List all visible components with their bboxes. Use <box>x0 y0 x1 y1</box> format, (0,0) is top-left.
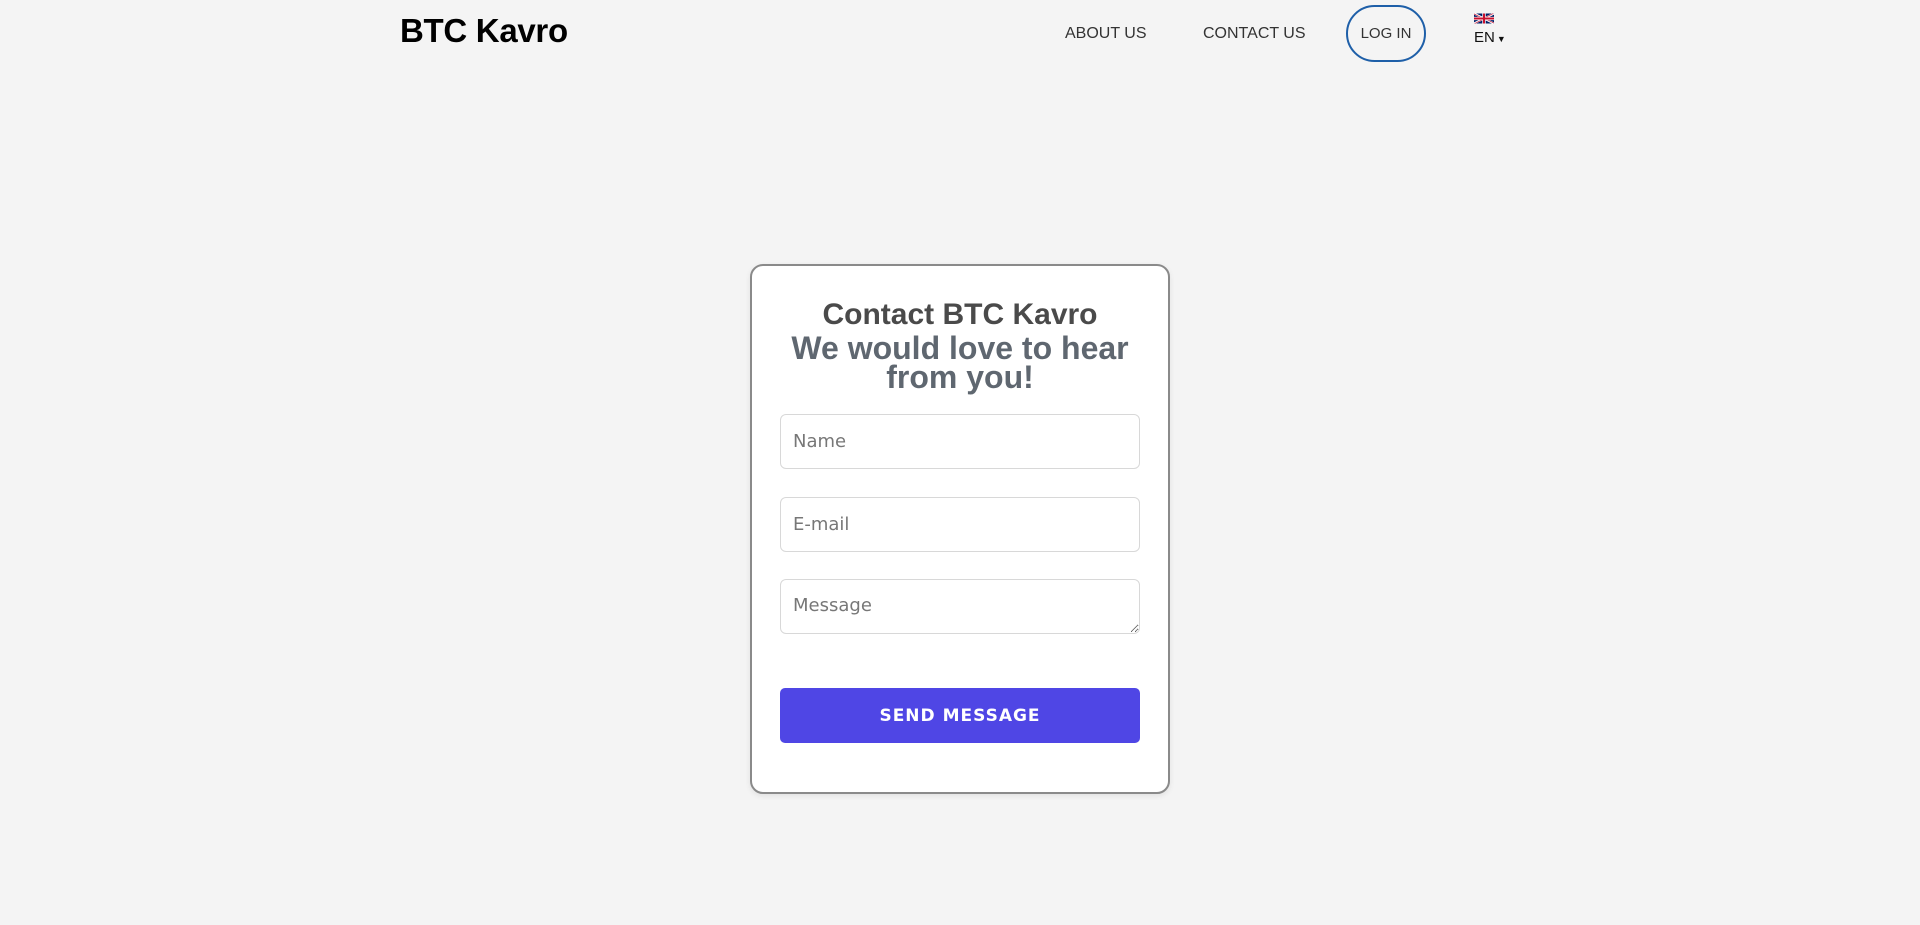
caret-down-icon: ▼ <box>1496 34 1506 44</box>
contact-subtitle: We would love to hear from you! <box>791 330 1129 395</box>
nav-contact-us[interactable]: CONTACT US <box>1203 25 1306 43</box>
login-button[interactable]: LOG IN <box>1346 5 1426 62</box>
language-label: EN ▼ <box>1474 29 1514 46</box>
nav-about-us[interactable]: ABOUT US <box>1065 25 1147 43</box>
message-textarea[interactable] <box>780 579 1140 634</box>
name-input[interactable] <box>780 414 1140 469</box>
contact-card: Contact BTC Kavro We would love to hear … <box>750 264 1170 794</box>
brand-logo[interactable]: BTC Kavro <box>400 12 568 50</box>
email-input[interactable] <box>780 497 1140 552</box>
site-header: BTC Kavro ABOUT US CONTACT US LOG IN EN ▼ <box>0 0 1920 70</box>
uk-flag-icon <box>1474 12 1494 25</box>
language-code: EN <box>1474 29 1495 46</box>
send-message-button[interactable]: SEND MESSAGE <box>780 688 1140 743</box>
contact-title: Contact BTC Kavro <box>822 298 1098 331</box>
language-selector[interactable]: EN ▼ <box>1474 12 1514 46</box>
